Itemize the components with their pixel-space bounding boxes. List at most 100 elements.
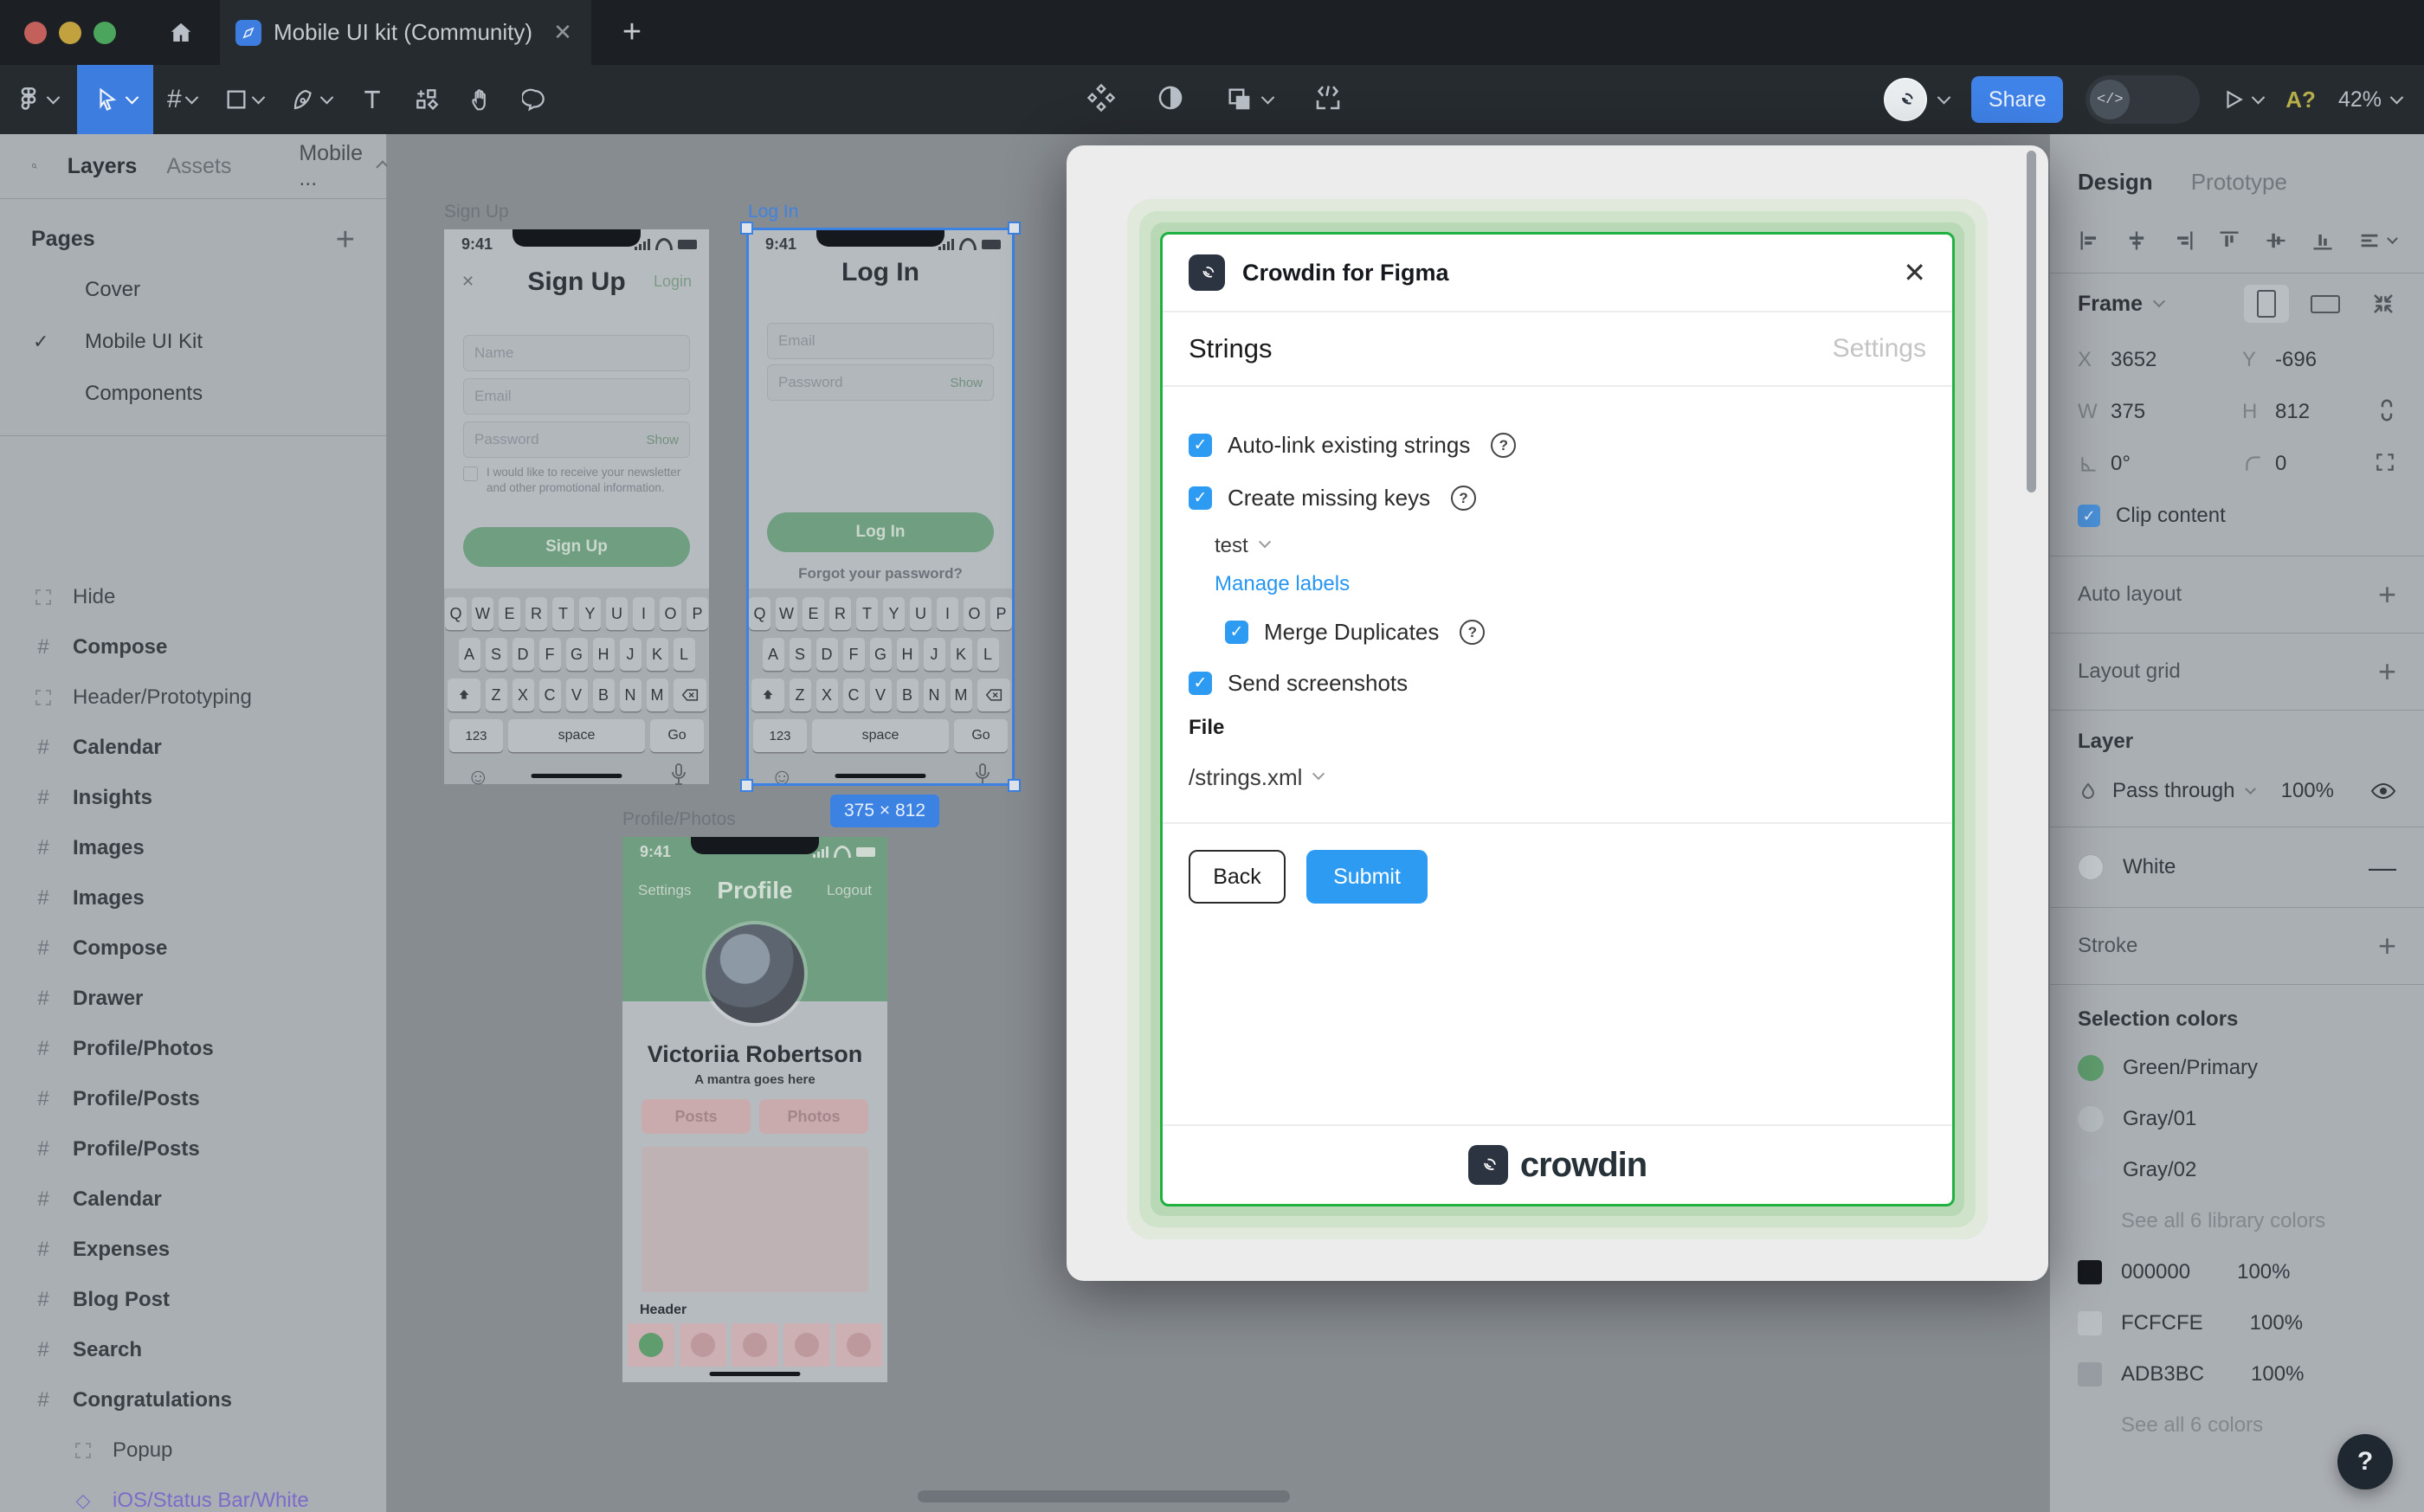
text-tool-button[interactable] (345, 87, 399, 113)
page-row[interactable]: ✓ Cover (0, 264, 386, 316)
layer-row[interactable]: Header/Prototyping (0, 672, 386, 723)
library-color-row[interactable]: Green/Primary (2078, 1042, 2396, 1093)
add-page-button[interactable]: + (336, 223, 355, 256)
code-export-button[interactable] (1312, 82, 1344, 118)
help-icon[interactable]: ? (1491, 433, 1517, 458)
frame-tool-button[interactable]: # (153, 85, 210, 114)
create-component-button[interactable] (1086, 83, 1116, 117)
new-tab-button[interactable]: + (622, 14, 641, 51)
layer-row[interactable]: Insights (0, 773, 386, 823)
layer-row[interactable]: Hide (0, 572, 386, 622)
profile-frame[interactable]: 9:41 Profile Settings Logout Victoriia R… (622, 837, 887, 1382)
login-frame[interactable]: 9:41 Log In Email Password Show Log In F… (740, 222, 1021, 792)
height-value[interactable]: 812 (2275, 400, 2310, 424)
autolink-checkbox[interactable]: ✓ (1189, 434, 1212, 457)
layer-row[interactable]: Calendar (0, 723, 386, 773)
layer-row[interactable]: Profile/Posts (0, 1074, 386, 1124)
plugin-scrollbar[interactable] (2027, 151, 2036, 492)
macos-zoom-button[interactable] (93, 21, 116, 44)
layer-row[interactable]: Congratulations (0, 1375, 386, 1425)
align-bottom-icon[interactable] (2311, 228, 2335, 253)
share-button[interactable]: Share (1971, 76, 2064, 123)
hex-color-row[interactable]: 000000 100% (2078, 1246, 2396, 1297)
resize-to-fit-icon[interactable] (2370, 291, 2396, 317)
layer-row[interactable]: Search (0, 1325, 386, 1375)
help-icon[interactable]: ? (1460, 620, 1486, 645)
file-dropdown[interactable]: /strings.xml (1189, 764, 1926, 791)
orientation-portrait-button[interactable] (2244, 285, 2289, 323)
layer-row[interactable]: Images (0, 873, 386, 923)
remove-fill-button[interactable]: — (2369, 852, 2396, 884)
layer-row[interactable]: Images (0, 823, 386, 873)
library-color-row[interactable]: Gray/01 (2078, 1093, 2396, 1144)
present-button[interactable] (2222, 88, 2266, 111)
hex-color-row[interactable]: ADB3BC 100% (2078, 1348, 2396, 1399)
selection-handle[interactable] (1008, 779, 1021, 792)
align-v-center-icon[interactable] (2264, 228, 2288, 253)
tab-layers[interactable]: Layers (68, 154, 138, 179)
macos-minimize-button[interactable] (59, 21, 81, 44)
hex-color-row[interactable]: FCFCFE 100% (2078, 1297, 2396, 1348)
layer-row[interactable]: Expenses (0, 1225, 386, 1275)
tab-assets[interactable]: Assets (166, 154, 231, 179)
selection-handle[interactable] (740, 222, 753, 235)
add-layout-grid-button[interactable]: + (2378, 653, 2396, 690)
help-icon[interactable]: ? (1451, 486, 1477, 511)
layer-row[interactable]: Profile/Posts (0, 1124, 386, 1174)
search-icon[interactable] (31, 155, 38, 177)
library-color-row[interactable]: Gray/02 (2078, 1144, 2396, 1195)
manage-labels-link[interactable]: Manage labels (1189, 572, 1926, 596)
corner-radius-value[interactable]: 0 (2275, 452, 2286, 476)
tidy-up-menu[interactable] (2357, 228, 2398, 253)
page-selector[interactable]: Mobile ... (299, 141, 389, 191)
back-button[interactable]: Back (1189, 850, 1286, 904)
see-all-library-colors[interactable]: See all 6 library colors (2078, 1195, 2396, 1246)
selection-handle[interactable] (740, 779, 753, 792)
frame-label-login[interactable]: Log In (748, 202, 798, 222)
align-left-icon[interactable] (2078, 228, 2102, 253)
align-right-icon[interactable] (2171, 228, 2195, 253)
add-stroke-button[interactable]: + (2378, 928, 2396, 964)
close-icon[interactable]: ✕ (1903, 256, 1926, 289)
main-menu-button[interactable] (0, 85, 72, 114)
send-screenshots-checkbox[interactable]: ✓ (1189, 672, 1212, 695)
signup-frame[interactable]: 9:41 Sign Up ✕ Login Name Email Password… (444, 229, 709, 789)
layer-row[interactable]: Compose (0, 923, 386, 974)
layer-opacity[interactable]: 100% (2281, 779, 2334, 803)
fill-swatch[interactable] (2078, 854, 2104, 880)
visibility-eye-icon[interactable] (2370, 782, 2396, 801)
hand-tool-button[interactable] (455, 87, 508, 113)
fill-style-name[interactable]: White (2123, 855, 2176, 879)
use-as-mask-button[interactable] (1156, 83, 1185, 117)
plugin-user-menu[interactable] (1884, 78, 1951, 121)
merge-duplicates-checkbox[interactable]: ✓ (1225, 621, 1248, 644)
width-value[interactable]: 375 (2111, 400, 2145, 424)
tab-design[interactable]: Design (2078, 169, 2153, 196)
blend-mode-dropdown[interactable]: Pass through (2112, 779, 2257, 803)
align-h-center-icon[interactable] (2124, 228, 2149, 253)
shape-tool-button[interactable] (210, 87, 277, 112)
pen-tool-button[interactable] (277, 87, 345, 113)
align-top-icon[interactable] (2217, 228, 2241, 253)
create-keys-checkbox[interactable]: ✓ (1189, 486, 1212, 510)
label-dropdown[interactable]: test (1189, 534, 1926, 558)
independent-corners-icon[interactable] (2374, 451, 2396, 478)
dev-mode-toggle[interactable]: </> (2086, 75, 2201, 124)
layer-row[interactable]: iOS/Status Bar/White (0, 1476, 386, 1512)
orientation-landscape-button[interactable] (2303, 285, 2348, 323)
home-button[interactable] (142, 0, 220, 65)
rotation-value[interactable]: 0° (2111, 452, 2131, 476)
submit-button[interactable]: Submit (1306, 850, 1428, 904)
layer-row[interactable]: Compose (0, 622, 386, 672)
selection-handle[interactable] (1008, 222, 1021, 235)
resources-tool-button[interactable] (399, 86, 455, 113)
tab-prototype[interactable]: Prototype (2191, 169, 2287, 196)
macos-close-button[interactable] (24, 21, 47, 44)
x-value[interactable]: 3652 (2111, 348, 2156, 372)
layer-row[interactable]: Drawer (0, 974, 386, 1024)
canvas-horizontal-scrollbar[interactable] (918, 1490, 1290, 1502)
file-tab[interactable]: Mobile UI kit (Community) ✕ (220, 0, 591, 65)
zoom-menu[interactable]: 42% (2338, 87, 2404, 113)
tab-close-icon[interactable]: ✕ (553, 19, 572, 46)
page-row[interactable]: ✓ Mobile UI Kit (0, 316, 386, 368)
